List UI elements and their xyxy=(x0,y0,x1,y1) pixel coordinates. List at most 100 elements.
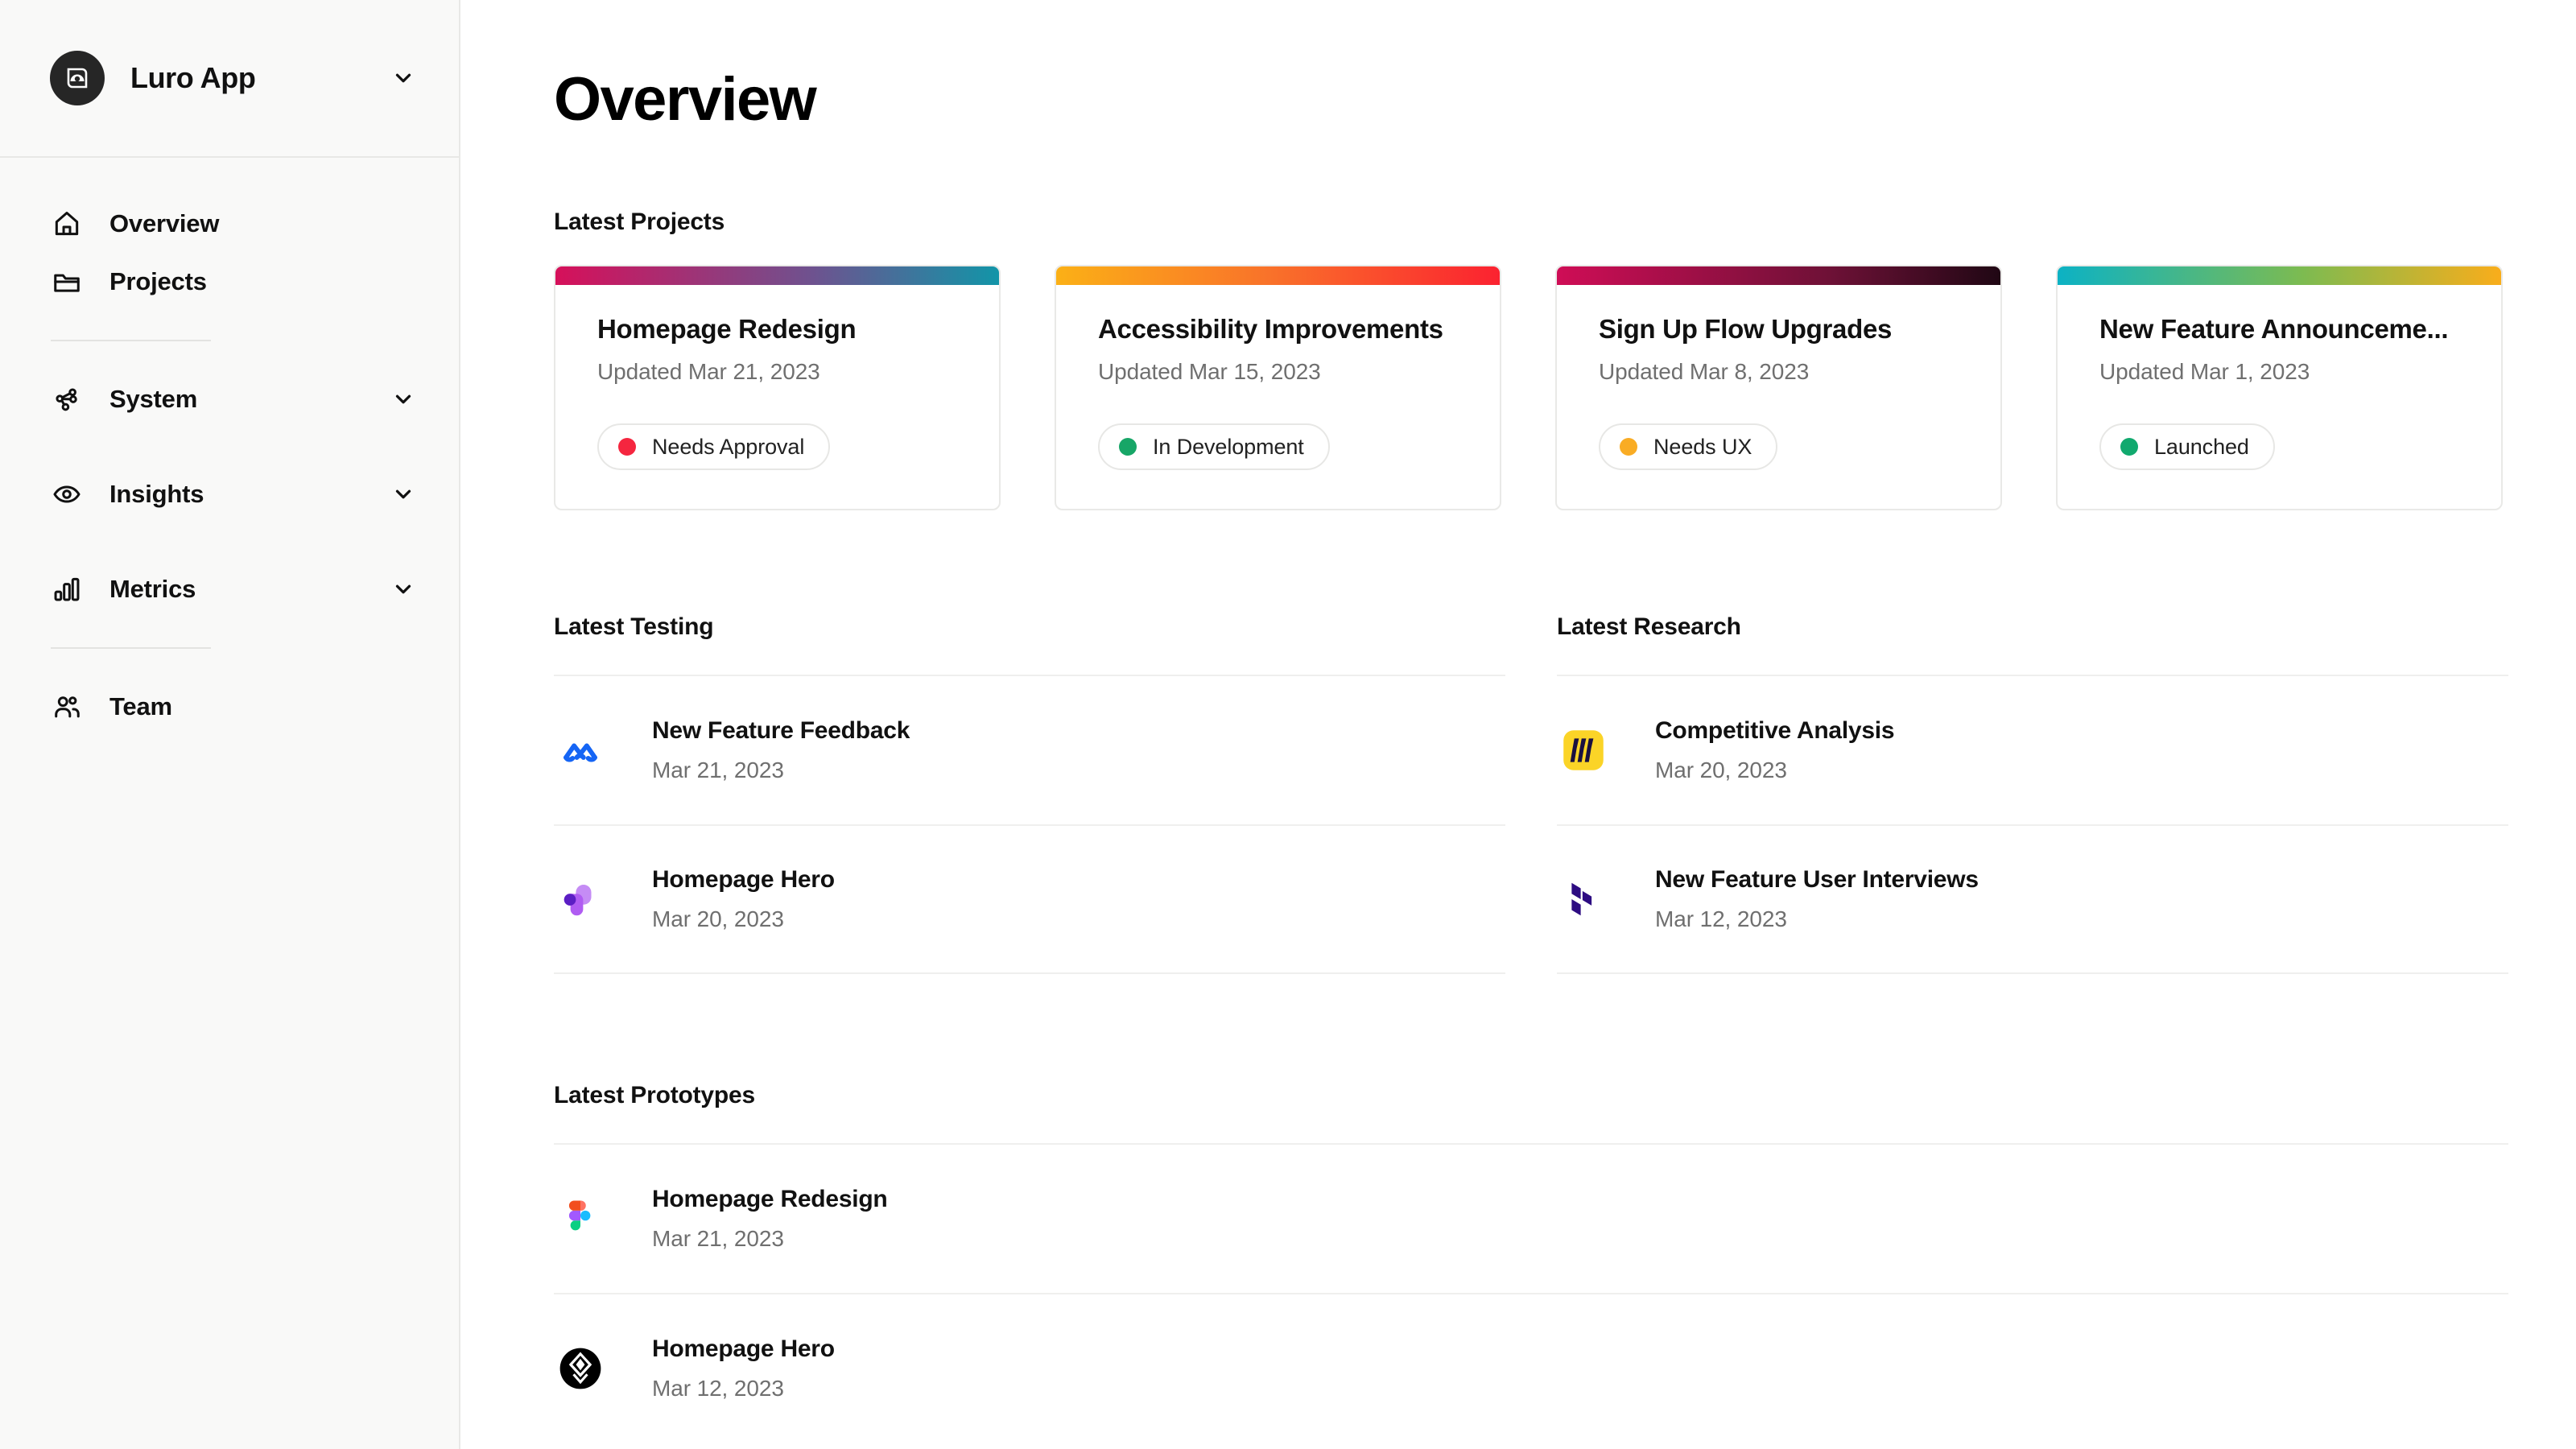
page-title: Overview xyxy=(554,65,817,134)
list-item-date: Mar 21, 2023 xyxy=(652,1226,784,1251)
workspace-name: Luro App xyxy=(130,61,256,94)
research-list: Competitive Analysis Mar 20, 2023 New Fe… xyxy=(1557,675,2508,974)
status-label: Needs Approval xyxy=(652,434,805,459)
project-updated: Updated Mar 15, 2023 xyxy=(1098,359,1321,384)
list-item[interactable]: Homepage Hero Mar 20, 2023 xyxy=(554,824,1505,974)
section-heading-latest-prototypes: Latest Prototypes xyxy=(554,1082,755,1108)
sidebar-item-system[interactable]: System xyxy=(0,370,459,428)
list-item[interactable]: Homepage Hero Mar 12, 2023 xyxy=(554,1293,2508,1443)
maze-icon xyxy=(555,725,605,775)
list-item-text: Homepage Hero Mar 20, 2023 xyxy=(652,866,835,932)
sidebar-item-team[interactable]: Team xyxy=(0,678,459,736)
project-card[interactable]: Homepage Redesign Updated Mar 21, 2023 N… xyxy=(554,265,1001,510)
sidebar-divider xyxy=(51,340,211,341)
sidebar: Luro App Overview Projects System Insigh… xyxy=(0,0,460,1449)
card-gradient-bar xyxy=(555,266,999,285)
testing-research-columns: Latest Testing New Feature Feedback Mar … xyxy=(554,613,2576,974)
status-dot-icon xyxy=(1620,438,1637,456)
eye-icon xyxy=(48,476,85,513)
testing-list: New Feature Feedback Mar 21, 2023 Homepa… xyxy=(554,675,1505,974)
sidebar-item-overview[interactable]: Overview xyxy=(0,195,459,253)
folder-icon xyxy=(48,263,85,300)
project-title: Sign Up Flow Upgrades xyxy=(1599,314,1893,344)
card-gradient-bar xyxy=(1056,266,1500,285)
status-badge[interactable]: Needs Approval xyxy=(597,423,831,470)
usertesting-icon xyxy=(555,874,605,924)
status-label: Launched xyxy=(2154,434,2249,459)
project-title: Homepage Redesign xyxy=(597,314,857,344)
list-item-title: Homepage Hero xyxy=(652,866,835,893)
sidebar-item-insights[interactable]: Insights xyxy=(0,465,459,523)
list-item-title: New Feature User Interviews xyxy=(1655,866,1979,893)
home-icon xyxy=(48,205,85,242)
list-item-date: Mar 21, 2023 xyxy=(652,758,784,782)
status-dot-icon xyxy=(2120,438,2138,456)
chevron-down-icon[interactable] xyxy=(391,66,415,90)
status-badge[interactable]: In Development xyxy=(1098,423,1330,470)
list-item-date: Mar 20, 2023 xyxy=(652,906,784,931)
list-item-date: Mar 12, 2023 xyxy=(1655,906,1787,931)
status-label: Needs UX xyxy=(1653,434,1752,459)
bar-chart-icon xyxy=(48,571,85,608)
card-gradient-bar xyxy=(2058,266,2501,285)
app-root: Luro App Overview Projects System Insigh… xyxy=(0,0,2576,1449)
list-item[interactable]: New Feature Feedback Mar 21, 2023 xyxy=(554,675,1505,824)
status-dot-icon xyxy=(618,438,636,456)
sidebar-divider xyxy=(51,647,211,649)
sidebar-item-label: Metrics xyxy=(109,575,196,603)
list-item-text: Competitive Analysis Mar 20, 2023 xyxy=(1655,717,1895,783)
project-card-list: Homepage Redesign Updated Mar 21, 2023 N… xyxy=(554,265,2576,510)
workspace-switcher[interactable]: Luro App xyxy=(0,0,459,158)
miro-icon xyxy=(1558,725,1608,775)
sidebar-item-label: Insights xyxy=(109,480,204,508)
project-card[interactable]: New Feature Announceme... Updated Mar 1,… xyxy=(2056,265,2503,510)
status-badge[interactable]: Launched xyxy=(2099,423,2275,470)
list-item-title: Competitive Analysis xyxy=(1655,717,1895,744)
list-item-text: Homepage Redesign Mar 21, 2023 xyxy=(652,1186,888,1252)
project-card[interactable]: Sign Up Flow Upgrades Updated Mar 8, 202… xyxy=(1555,265,2002,510)
status-badge[interactable]: Needs UX xyxy=(1599,423,1778,470)
project-title: New Feature Announceme... xyxy=(2099,314,2449,344)
figma-icon xyxy=(555,1194,605,1244)
project-updated: Updated Mar 8, 2023 xyxy=(1599,359,1810,384)
section-heading-latest-testing: Latest Testing xyxy=(554,613,714,640)
latest-testing-column: Latest Testing New Feature Feedback Mar … xyxy=(554,613,1505,974)
list-item[interactable]: Homepage Redesign Mar 21, 2023 xyxy=(554,1143,2508,1293)
status-label: In Development xyxy=(1153,434,1304,459)
project-updated: Updated Mar 1, 2023 xyxy=(2099,359,2310,384)
sidebar-nav: Overview Projects System Insights Metric… xyxy=(0,158,459,736)
chevron-down-icon[interactable] xyxy=(391,387,415,411)
card-gradient-bar xyxy=(1557,266,2000,285)
sidebar-item-projects[interactable]: Projects xyxy=(0,253,459,311)
list-item-title: Homepage Redesign xyxy=(652,1186,888,1212)
latest-prototypes-section: Latest Prototypes Homepage Redesign Mar … xyxy=(554,1082,2576,1443)
nodes-icon xyxy=(48,381,85,418)
sidebar-item-label: Overview xyxy=(109,209,220,237)
sidebar-item-metrics[interactable]: Metrics xyxy=(0,560,459,618)
prototypes-list: Homepage Redesign Mar 21, 2023 Homepage … xyxy=(554,1143,2508,1443)
list-item-date: Mar 20, 2023 xyxy=(1655,758,1787,782)
list-item-date: Mar 12, 2023 xyxy=(652,1376,784,1401)
status-dot-icon xyxy=(1119,438,1137,456)
list-item-title: New Feature Feedback xyxy=(652,717,910,744)
list-item[interactable]: New Feature User Interviews Mar 12, 2023 xyxy=(1557,824,2508,974)
project-title: Accessibility Improvements xyxy=(1098,314,1443,344)
users-icon xyxy=(48,688,85,725)
list-item[interactable]: Competitive Analysis Mar 20, 2023 xyxy=(1557,675,2508,824)
sidebar-item-label: Team xyxy=(109,692,172,720)
section-heading-latest-projects: Latest Projects xyxy=(554,208,725,235)
list-item-text: New Feature User Interviews Mar 12, 2023 xyxy=(1655,866,1979,932)
dovetail-icon xyxy=(1558,874,1608,924)
chevron-down-icon[interactable] xyxy=(391,482,415,506)
chevron-down-icon[interactable] xyxy=(391,577,415,601)
sidebar-item-label: Projects xyxy=(109,267,207,295)
project-updated: Updated Mar 21, 2023 xyxy=(597,359,820,384)
main-content: Overview Latest Projects Homepage Redesi… xyxy=(460,0,2576,1449)
list-item-text: New Feature Feedback Mar 21, 2023 xyxy=(652,717,910,783)
project-card[interactable]: Accessibility Improvements Updated Mar 1… xyxy=(1055,265,1501,510)
latest-research-column: Latest Research Competitive Analysis Mar… xyxy=(1557,613,2508,974)
framer-icon xyxy=(555,1344,605,1393)
luro-logo-icon xyxy=(50,51,105,105)
